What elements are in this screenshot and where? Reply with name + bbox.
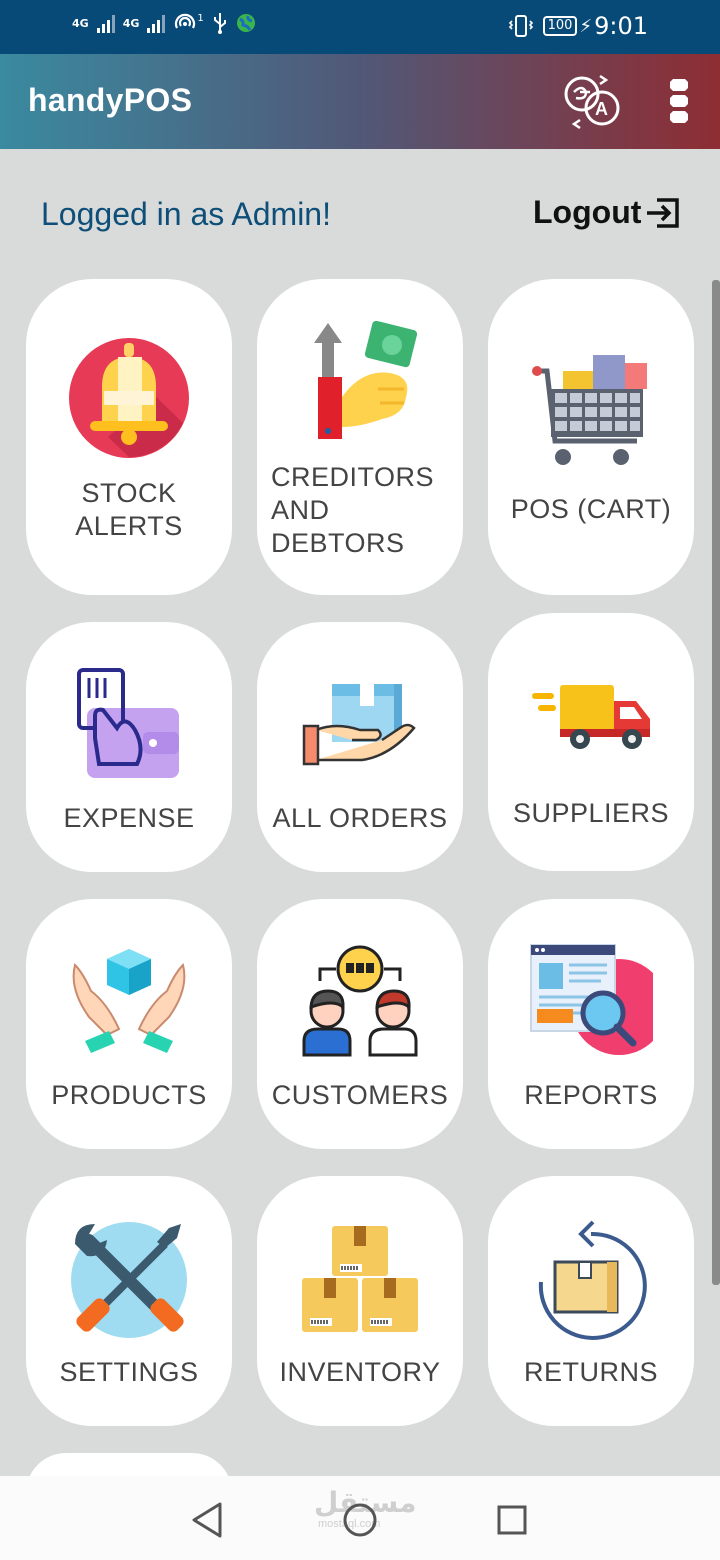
home-circle-icon[interactable] — [338, 1498, 382, 1542]
tile-label: CUSTOMERS — [271, 1080, 449, 1110]
scrollbar[interactable] — [712, 280, 720, 1285]
tile-label: ALL ORDERS — [272, 803, 448, 833]
tile-label: REPORTS — [524, 1080, 658, 1110]
app-bar: handyPOS A — [0, 54, 720, 149]
boxes-icon — [302, 1226, 418, 1332]
return-box-icon — [538, 1220, 647, 1340]
status-right: 100 ⚡ 9:01 — [507, 12, 648, 40]
tile-label: POS (CART) — [510, 494, 672, 524]
logout-label: Logout — [533, 194, 642, 230]
cart-icon — [532, 355, 647, 465]
status-bar: 4G 4G 1 100 ⚡ 9:01 — [0, 0, 720, 54]
tile-label: CREDITORS AND DEBTORS — [271, 462, 435, 558]
hand-money-icon — [314, 320, 418, 439]
tile-expense[interactable]: EXPENSE — [26, 622, 232, 872]
tile-returns[interactable]: RETURNS — [488, 1176, 694, 1426]
tile-pos-cart[interactable]: POS (CART) — [488, 279, 694, 595]
session-row: Logged in as Admin! Logout — [0, 150, 720, 280]
overflow-menu-icon[interactable] — [664, 76, 694, 130]
truck-icon — [532, 685, 650, 749]
charging-icon: ⚡ — [579, 15, 593, 37]
recents-square-icon[interactable] — [490, 1498, 534, 1542]
tile-stock-alerts[interactable]: STOCK ALERTS — [26, 279, 232, 595]
tile-label: INVENTORY — [279, 1357, 441, 1387]
vibrate-icon — [508, 15, 533, 37]
tile-label: PRODUCTS — [51, 1080, 207, 1110]
people-icon — [302, 945, 418, 1057]
usb-icon — [213, 13, 226, 34]
tools-icon — [71, 1222, 187, 1338]
tile-products[interactable]: PRODUCTS — [26, 899, 232, 1149]
tile-label: STOCK ALERTS — [75, 478, 183, 541]
clock: 9:01 — [594, 12, 648, 40]
tile-label: EXPENSE — [63, 803, 195, 833]
tile-settings[interactable]: SETTINGS — [26, 1176, 232, 1426]
tile-label: SETTINGS — [59, 1357, 199, 1387]
logout-button[interactable]: Logout — [533, 194, 681, 231]
network-type-1: 4G — [72, 16, 89, 30]
signal-icon-2 — [147, 13, 166, 33]
report-magnifier-icon — [530, 944, 653, 1055]
app-title: handyPOS — [28, 82, 193, 118]
hand-box-icon — [302, 684, 416, 766]
bell-icon — [69, 338, 189, 458]
hotspot-count: 1 — [197, 12, 204, 24]
tile-suppliers[interactable]: SUPPLIERS — [488, 613, 694, 871]
tile-customers[interactable]: CUSTOMERS — [257, 899, 463, 1149]
status-left: 4G 4G 1 — [72, 12, 256, 34]
battery-indicator: 100 — [542, 16, 578, 36]
tile-label: SUPPLIERS — [512, 798, 670, 828]
tile-creditors-debtors[interactable]: CREDITORS AND DEBTORS — [257, 279, 463, 595]
tile-inventory[interactable]: INVENTORY — [257, 1176, 463, 1426]
network-type-2: 4G — [122, 16, 140, 30]
system-nav-bar: مستقل mostaql.com — [0, 1476, 720, 1560]
tile-reports[interactable]: REPORTS — [488, 899, 694, 1149]
tile-label: RETURNS — [523, 1357, 658, 1387]
globe-app-icon — [236, 14, 255, 32]
hands-cube-icon — [72, 949, 186, 1053]
logout-icon — [647, 197, 680, 228]
hotspot-icon — [175, 13, 196, 29]
card-wallet-icon — [77, 668, 179, 778]
logged-in-status: Logged in as Admin! — [41, 196, 331, 232]
svg-text:A: A — [595, 99, 608, 119]
back-triangle-icon[interactable] — [186, 1498, 230, 1542]
tile-all-orders[interactable]: ALL ORDERS — [257, 622, 463, 872]
signal-icon — [96, 13, 115, 33]
translate-icon[interactable]: A — [560, 72, 622, 132]
